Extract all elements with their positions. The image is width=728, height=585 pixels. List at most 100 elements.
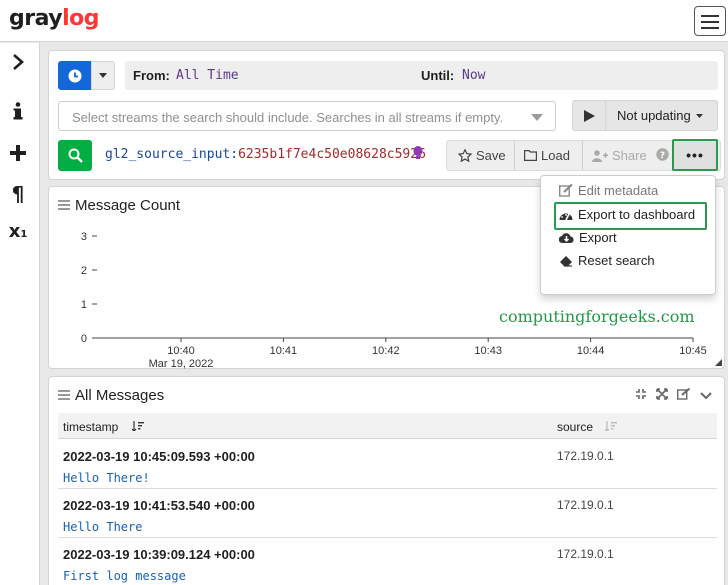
paragraph-icon[interactable]: ¶ xyxy=(0,182,36,206)
hamburger-icon xyxy=(701,15,719,17)
caret-down-icon xyxy=(531,114,543,121)
hamburger-icon xyxy=(701,21,719,23)
caret-down-icon xyxy=(695,113,703,118)
drag-handle-icon[interactable] xyxy=(58,390,70,400)
divider xyxy=(514,141,515,170)
cloud-download-icon xyxy=(559,232,574,243)
variable-icon[interactable]: x1 xyxy=(0,221,36,242)
all-messages-widget: All Messages timestamp source 2022-03-19… xyxy=(48,376,725,585)
x-date-label: Mar 19, 2022 xyxy=(149,358,214,370)
x-tick-label: 10:42 xyxy=(372,345,400,357)
load-label: Load xyxy=(541,148,570,163)
clock-icon xyxy=(68,69,82,82)
watermark-text: computingforgeeks.com xyxy=(499,307,695,326)
menu-item-label: Export to dashboard xyxy=(578,207,696,222)
table-row[interactable]: 2022-03-19 10:41:53.540 +00:00 Hello The… xyxy=(58,489,717,538)
query-key: gl2_source_input: xyxy=(105,147,239,162)
until-label: Until: xyxy=(421,68,455,83)
row-message: First log message xyxy=(63,569,186,583)
row-timestamp: 2022-03-19 10:41:53.540 +00:00 xyxy=(63,498,255,513)
column-header-label: source xyxy=(557,420,594,434)
svg-text:?: ? xyxy=(660,151,665,161)
graylog-logo[interactable]: graylog xyxy=(9,6,100,31)
sidebar: ¶ x1 xyxy=(0,43,40,585)
star-icon xyxy=(458,149,472,162)
column-header-label: timestamp xyxy=(63,420,119,434)
sort-icon[interactable] xyxy=(132,421,144,431)
time-range-display[interactable]: From: All Time Until: Now xyxy=(125,61,718,90)
until-value: Now xyxy=(462,68,486,83)
row-source: 172.19.0.1 xyxy=(557,547,614,561)
row-timestamp: 2022-03-19 10:39:09.124 +00:00 xyxy=(63,547,255,562)
hamburger-menu-button[interactable] xyxy=(694,6,726,36)
chevron-right-icon[interactable] xyxy=(0,51,36,75)
top-navbar: graylog xyxy=(0,0,728,42)
row-message: Hello There xyxy=(63,520,143,534)
row-source: 172.19.0.1 xyxy=(557,449,614,463)
logo-accent-text: log xyxy=(62,6,100,31)
play-icon xyxy=(583,109,595,122)
expand-icon[interactable] xyxy=(656,388,668,403)
logo-text: gray xyxy=(9,6,63,31)
lightbulb-icon[interactable] xyxy=(413,146,423,160)
hamburger-icon xyxy=(701,27,719,29)
chevron-down-icon[interactable] xyxy=(700,388,712,403)
row-source: 172.19.0.1 xyxy=(557,498,614,512)
search-button[interactable] xyxy=(58,140,92,171)
menu-item-reset-search[interactable]: Reset search xyxy=(559,253,655,268)
menu-item-label: Export xyxy=(579,230,617,245)
y-tick-label: 1 xyxy=(81,299,87,311)
menu-item-label: Edit metadata xyxy=(578,183,659,198)
from-value: All Time xyxy=(176,68,239,83)
load-button[interactable]: Load xyxy=(524,148,570,163)
resize-handle-icon[interactable] xyxy=(715,359,722,366)
y-tick-label: 2 xyxy=(81,265,87,277)
menu-item-export-to-dashboard[interactable]: Export to dashboard xyxy=(559,207,695,222)
help-icon[interactable]: ? xyxy=(656,148,669,161)
edit-icon xyxy=(559,184,573,197)
streams-placeholder: Select streams the search should include… xyxy=(72,110,504,125)
user-plus-icon xyxy=(592,149,608,162)
query-value: 6235b1f7e4c50e08628c5926 xyxy=(238,147,426,162)
menu-item-export[interactable]: Export xyxy=(559,230,617,245)
streams-select[interactable]: Select streams the search should include… xyxy=(58,101,556,131)
compress-icon[interactable] xyxy=(635,388,647,403)
info-icon[interactable] xyxy=(0,101,36,125)
save-label: Save xyxy=(476,148,506,163)
divider xyxy=(582,141,583,170)
share-button[interactable]: Share xyxy=(592,148,647,163)
y-tick-label: 3 xyxy=(81,231,87,243)
widget-title: All Messages xyxy=(75,387,165,404)
x-tick-label: 10:44 xyxy=(577,345,605,357)
column-header-timestamp[interactable]: timestamp xyxy=(58,413,552,439)
plus-icon[interactable] xyxy=(0,142,36,166)
menu-item-label: Reset search xyxy=(578,253,655,268)
folder-icon xyxy=(524,150,537,161)
edit-icon[interactable] xyxy=(676,387,691,403)
menu-item-edit-metadata[interactable]: Edit metadata xyxy=(559,183,658,198)
refresh-interval-dropdown[interactable]: Not updating xyxy=(605,100,718,131)
row-message: Hello There! xyxy=(63,471,150,485)
row-timestamp: 2022-03-19 10:45:09.593 +00:00 xyxy=(63,449,255,464)
save-button[interactable]: Save xyxy=(458,148,506,163)
eraser-icon xyxy=(560,255,572,267)
search-bar-panel: From: All Time Until: Now Select streams… xyxy=(48,50,725,180)
sort-icon[interactable] xyxy=(605,421,617,431)
share-label: Share xyxy=(612,148,647,163)
query-input[interactable]: gl2_source_input:6235b1f7e4c50e08628c592… xyxy=(105,147,426,162)
more-actions-menu: Edit metadata Export to dashboard Export… xyxy=(540,175,716,295)
refresh-label: Not updating xyxy=(617,108,691,123)
dashboard-icon xyxy=(559,213,573,220)
column-header-source[interactable]: source xyxy=(552,413,717,439)
x-tick-label: 10:41 xyxy=(270,345,298,357)
caret-down-icon xyxy=(99,73,107,78)
time-range-dropdown[interactable] xyxy=(91,61,115,90)
table-row[interactable]: 2022-03-19 10:39:09.124 +00:00 First log… xyxy=(58,538,717,585)
search-icon xyxy=(68,148,83,163)
from-label: From: xyxy=(133,68,170,83)
more-actions-button[interactable]: ••• xyxy=(672,139,718,171)
time-range-button[interactable] xyxy=(58,61,92,90)
play-button[interactable] xyxy=(572,100,606,131)
y-tick-label: 0 xyxy=(81,333,87,345)
table-row[interactable]: 2022-03-19 10:45:09.593 +00:00 Hello The… xyxy=(58,440,717,489)
